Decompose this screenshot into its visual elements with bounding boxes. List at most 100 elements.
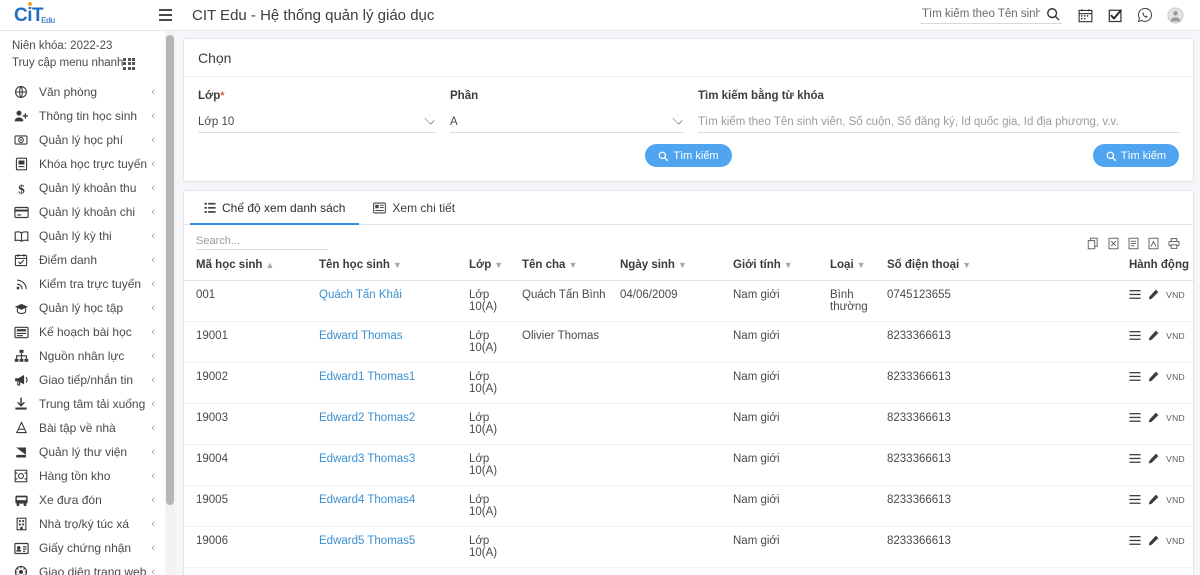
sidebar-item-5[interactable]: $ Quản lý khoản thu ‹ — [0, 176, 165, 200]
chevron-left-icon[interactable]: ‹ — [151, 110, 155, 122]
column-header-4[interactable]: Tên cha ▼ — [522, 250, 620, 281]
menu-toggle-icon[interactable] — [152, 0, 178, 31]
table-row[interactable]: 19007Edward6 Thomas6Lớp 10(A) Nam giới 823… — [184, 567, 1193, 575]
sidebar-item-9[interactable]: Kiểm tra trực tuyến ‹ — [0, 272, 165, 296]
sort-indicator-icon[interactable]: ▼ — [568, 260, 577, 270]
copy-icon[interactable] — [1087, 237, 1100, 250]
class-select[interactable]: Lớp 10 — [198, 111, 436, 133]
column-header-8[interactable]: Số điện thoại ▼ — [887, 250, 1017, 281]
chevron-left-icon[interactable]: ‹ — [151, 542, 155, 554]
chevron-left-icon[interactable]: ‹ — [151, 278, 155, 290]
sidebar-item-8[interactable]: Điểm danh ‹ — [0, 248, 165, 272]
pdf-icon[interactable] — [1147, 237, 1160, 250]
student-name-link[interactable]: Edward3 Thomas3 — [319, 453, 415, 465]
section-select[interactable]: A — [450, 111, 684, 133]
menu-icon[interactable] — [1129, 289, 1141, 300]
menu-icon[interactable] — [1129, 535, 1141, 546]
currency-badge[interactable]: VND — [1166, 413, 1185, 423]
edit-pencil-icon[interactable] — [1148, 494, 1159, 505]
tab-2[interactable]: Xem chi tiết — [359, 191, 469, 224]
edit-pencil-icon[interactable] — [1148, 371, 1159, 382]
menu-icon[interactable] — [1129, 453, 1141, 464]
column-header-7[interactable]: Loại ▼ — [830, 250, 887, 281]
chevron-left-icon[interactable]: ‹ — [151, 302, 155, 314]
chevron-left-icon[interactable]: ‹ — [151, 182, 155, 194]
chevron-left-icon[interactable]: ‹ — [151, 134, 155, 146]
print-icon[interactable] — [1167, 237, 1181, 250]
chevron-left-icon[interactable]: ‹ — [151, 350, 155, 362]
currency-badge[interactable]: VND — [1166, 331, 1185, 341]
table-search-input[interactable] — [196, 235, 328, 247]
sidebar-item-15[interactable]: Bài tập về nhà ‹ — [0, 416, 165, 440]
table-row[interactable]: 19003 Edward2 Thomas2 Lớp 10(A) Nam giới 823… — [184, 403, 1193, 445]
column-header-9[interactable]: Hành động — [1017, 250, 1193, 281]
keyword-input-placeholder[interactable]: Tìm kiếm theo Tên sinh viên, Số cuộn, Số… — [698, 116, 1119, 128]
quick-menu-row[interactable]: Truy cập menu nhanh — [12, 55, 153, 72]
chevron-left-icon[interactable]: ‹ — [151, 494, 155, 506]
table-row[interactable]: 19005 Edward4 Thomas4 Lớp 10(A) Nam giới 823… — [184, 485, 1193, 527]
edit-pencil-icon[interactable] — [1148, 412, 1159, 423]
chevron-down-icon[interactable] — [672, 114, 683, 125]
sidebar-item-6[interactable]: Quản lý khoản chi ‹ — [0, 200, 165, 224]
sidebar-item-13[interactable]: Giao tiếp/nhắn tin ‹ — [0, 368, 165, 392]
search-icon[interactable] — [1046, 7, 1060, 21]
sidebar-item-2[interactable]: Thông tin học sinh ‹ — [0, 104, 165, 128]
chevron-left-icon[interactable]: ‹ — [151, 374, 155, 386]
student-name-link[interactable]: Edward Thomas — [319, 330, 403, 342]
currency-badge[interactable]: VND — [1166, 290, 1185, 300]
sidebar-item-17[interactable]: Hàng tồn kho ‹ — [0, 464, 165, 488]
chevron-left-icon[interactable]: ‹ — [151, 158, 155, 170]
sort-indicator-icon[interactable]: ▼ — [494, 260, 503, 270]
currency-badge[interactable]: VND — [1166, 495, 1185, 505]
chevron-left-icon[interactable]: ‹ — [151, 398, 155, 410]
student-name-link[interactable]: Edward4 Thomas4 — [319, 494, 415, 506]
sidebar-item-10[interactable]: Quản lý học tập ‹ — [0, 296, 165, 320]
sidebar-item-21[interactable]: Giao diện trang web ‹ — [0, 560, 165, 575]
table-row[interactable]: 19001 Edward Thomas Lớp 10(A) Olivier Thoma… — [184, 321, 1193, 363]
student-name-link[interactable]: Quách Tấn Khải — [319, 289, 402, 301]
keyword-input-wrap[interactable]: Tìm kiếm theo Tên sinh viên, Số cuộn, Số… — [698, 111, 1179, 133]
sidebar-item-1[interactable]: Văn phòng ‹ — [0, 80, 165, 104]
edit-pencil-icon[interactable] — [1148, 453, 1159, 464]
page-scrollbar[interactable] — [165, 31, 175, 575]
avatar[interactable] — [1160, 0, 1190, 31]
page-scrollbar-thumb[interactable] — [166, 35, 174, 505]
chevron-left-icon[interactable]: ‹ — [151, 254, 155, 266]
csv-icon[interactable] — [1127, 237, 1140, 250]
global-search-input[interactable] — [922, 7, 1040, 20]
edit-pencil-icon[interactable] — [1148, 289, 1159, 300]
sidebar-item-20[interactable]: Giấy chứng nhận ‹ — [0, 536, 165, 560]
search-button-right[interactable]: Tìm kiếm — [1092, 144, 1179, 167]
student-name-link[interactable]: Edward2 Thomas2 — [319, 412, 415, 424]
chevron-left-icon[interactable]: ‹ — [151, 446, 155, 458]
sort-indicator-icon[interactable]: ▲ — [265, 260, 274, 270]
sort-indicator-icon[interactable]: ▼ — [857, 260, 866, 270]
sort-indicator-icon[interactable]: ▼ — [962, 260, 971, 270]
chevron-left-icon[interactable]: ‹ — [151, 206, 155, 218]
table-row[interactable]: 19002 Edward1 Thomas1 Lớp 10(A) Nam giới 823… — [184, 362, 1193, 404]
student-name-link[interactable]: Edward1 Thomas1 — [319, 371, 415, 383]
menu-icon[interactable] — [1129, 494, 1141, 505]
sort-indicator-icon[interactable]: ▼ — [678, 260, 687, 270]
calendar-icon[interactable] — [1070, 0, 1100, 31]
sidebar-item-16[interactable]: Quản lý thư viện ‹ — [0, 440, 165, 464]
sort-indicator-icon[interactable]: ▼ — [784, 260, 793, 270]
table-row[interactable]: 19004 Edward3 Thomas3 Lớp 10(A) Nam giới 823… — [184, 444, 1193, 486]
sidebar-item-19[interactable]: Nhà trọ/ký túc xá ‹ — [0, 512, 165, 536]
table-row[interactable]: 19006 Edward5 Thomas5 Lớp 10(A) Nam giới 823… — [184, 526, 1193, 568]
checkbox-check-icon[interactable] — [1100, 0, 1130, 31]
table-row[interactable]: 001 Quách Tấn Khải Lớp 10(A) Quách Tấn Bình… — [184, 280, 1193, 322]
excel-icon[interactable] — [1107, 237, 1120, 250]
currency-badge[interactable]: VND — [1166, 454, 1185, 464]
search-button-center[interactable]: Tìm kiếm — [645, 144, 732, 167]
chevron-left-icon[interactable]: ‹ — [151, 326, 155, 338]
menu-icon[interactable] — [1129, 330, 1141, 341]
chevron-left-icon[interactable]: ‹ — [151, 518, 155, 530]
sidebar-item-3[interactable]: Quản lý học phí ‹ — [0, 128, 165, 152]
column-header-1[interactable]: Mã học sinh ▲ — [184, 250, 319, 281]
student-name-link[interactable]: Edward5 Thomas5 — [319, 535, 415, 547]
tab-1[interactable]: Chế độ xem danh sách — [190, 191, 360, 225]
sidebar-item-11[interactable]: Kế hoạch bài học ‹ — [0, 320, 165, 344]
sidebar-item-4[interactable]: Khóa học trực tuyến ‹ — [0, 152, 165, 176]
sidebar-item-7[interactable]: Quản lý kỳ thi ‹ — [0, 224, 165, 248]
